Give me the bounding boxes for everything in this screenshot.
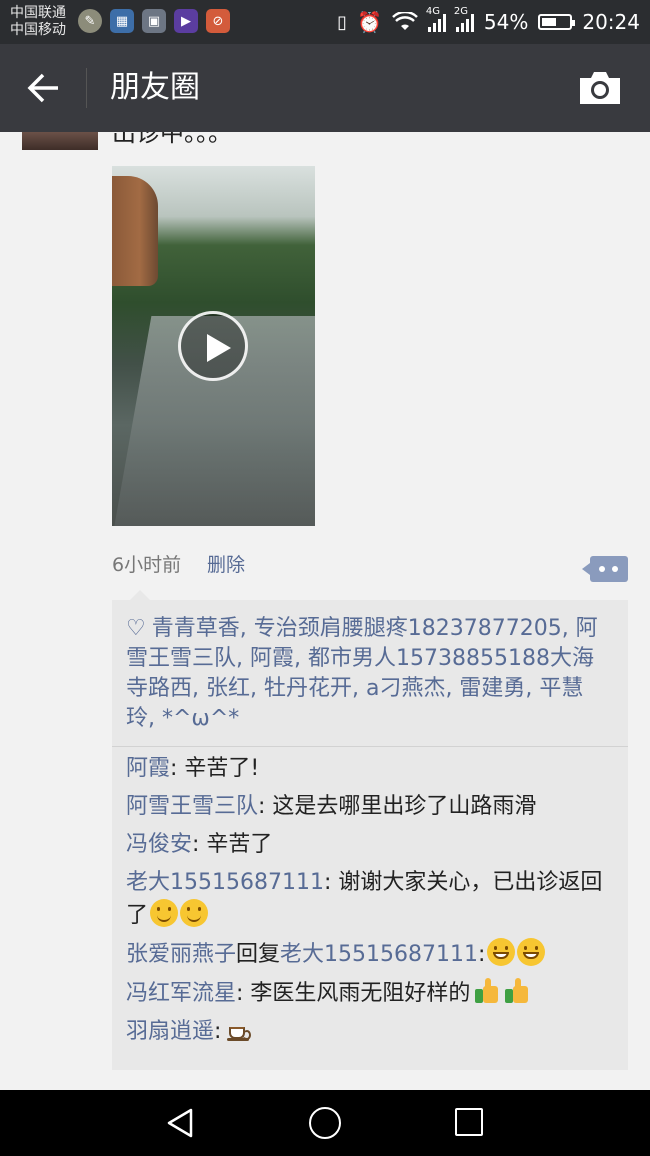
- comment-item[interactable]: 张爱丽燕子回复老大15515687111:: [126, 938, 612, 971]
- smile-emoji-icon: [150, 899, 179, 927]
- title-bar: 朋友圈: [0, 44, 650, 132]
- camera-icon[interactable]: [578, 70, 622, 106]
- nav-recent-apps-icon[interactable]: [455, 1108, 483, 1136]
- comment-author[interactable]: 羽扇逍遥: [126, 1019, 214, 1044]
- post-time: 6小时前: [112, 554, 182, 576]
- battery-fill: [542, 18, 557, 26]
- title-divider: [86, 68, 87, 108]
- comment-item[interactable]: 冯俊安: 辛苦了: [126, 829, 612, 861]
- arrow-left-icon[interactable]: [24, 68, 64, 108]
- video-notification-icon: ▶: [174, 9, 198, 33]
- comment-more-icon[interactable]: [582, 556, 628, 582]
- alarm-icon: ⏰: [357, 10, 382, 34]
- thumbs-up-icon: [502, 977, 530, 1005]
- avatar[interactable]: [22, 132, 98, 150]
- comment-item[interactable]: 阿雪王雪三队: 这是去哪里出珍了山路雨滑: [126, 791, 612, 823]
- net-type-1: 4G: [425, 6, 441, 17]
- page-title: 朋友圈: [110, 70, 200, 105]
- comment-author[interactable]: 冯俊安: [126, 832, 192, 857]
- heart-icon: ♡: [126, 616, 146, 641]
- notification-icons: ✎ ▦ ▣ ▶ ⊘: [78, 9, 230, 33]
- likes-names[interactable]: 青青草香, 专治颈肩腰腿疼18237877205, 阿雪王雪三队, 阿霞, 都市…: [126, 616, 598, 731]
- net-type-2: 2G: [453, 6, 469, 17]
- comment-list: 阿霞: 辛苦了! 阿雪王雪三队: 这是去哪里出珍了山路雨滑 冯俊安: 辛苦了 老…: [112, 747, 628, 1048]
- comment-item[interactable]: 阿霞: 辛苦了!: [126, 753, 612, 785]
- coffee-icon: [225, 1017, 253, 1043]
- gallery-notification-icon: ▦: [110, 9, 134, 33]
- likes-list: ♡ 青青草香, 专治颈肩腰腿疼18237877205, 阿雪王雪三队, 阿霞, 都…: [112, 600, 628, 747]
- app-notification-icon: ✎: [78, 9, 102, 33]
- comment-text: :: [214, 1019, 222, 1044]
- comment-text: : 辛苦了: [192, 832, 273, 857]
- status-bar: 中国联通 中国移动 ✎ ▦ ▣ ▶ ⊘ ▯ ⏰ 4G 2G 54% 20:24: [0, 0, 650, 44]
- comment-author[interactable]: 阿霞: [126, 756, 170, 781]
- reply-word: 回复: [236, 942, 281, 967]
- comment-text: : 李医生风雨无阻好样的: [236, 981, 471, 1006]
- blocked-notification-icon: ⊘: [206, 9, 230, 33]
- carrier-labels: 中国联通 中国移动: [10, 5, 66, 39]
- thumbs-up-icon: [472, 977, 500, 1005]
- status-right: ▯ ⏰ 4G 2G 54% 20:24: [337, 0, 640, 44]
- comment-item[interactable]: 冯红军流星: 李医生风雨无阻好样的: [126, 977, 612, 1010]
- navigation-bar: [0, 1090, 650, 1156]
- comment-item[interactable]: 羽扇逍遥:: [126, 1016, 612, 1048]
- likes-comments-box: ♡ 青青草香, 专治颈肩腰腿疼18237877205, 阿雪王雪三队, 阿霞, 都…: [112, 590, 628, 1070]
- comment-text: :: [478, 942, 486, 967]
- comment-author[interactable]: 老大15515687111: [126, 870, 324, 895]
- smile-emoji-icon: [180, 899, 209, 927]
- nav-home-icon[interactable]: [309, 1107, 341, 1139]
- comment-author[interactable]: 冯红军流星: [126, 981, 236, 1006]
- comment-author[interactable]: 张爱丽燕子: [126, 942, 236, 967]
- image-notification-icon: ▣: [142, 9, 166, 33]
- video-thumbnail[interactable]: [112, 166, 315, 526]
- grin-emoji-icon: [517, 938, 546, 966]
- reply-target[interactable]: 老大15515687111: [280, 942, 478, 967]
- comment-text: : 这是去哪里出珍了山路雨滑: [258, 794, 537, 819]
- grin-emoji-icon: [487, 938, 516, 966]
- nav-back-icon[interactable]: [165, 1108, 195, 1138]
- comment-author[interactable]: 阿雪王雪三队: [126, 794, 258, 819]
- battery-percent: 54%: [483, 10, 529, 34]
- play-icon[interactable]: [178, 311, 248, 381]
- clock: 20:24: [582, 10, 640, 34]
- carrier-2: 中国移动: [10, 22, 66, 38]
- signal-4g-icon: 4G: [426, 6, 446, 32]
- delete-link[interactable]: 删除: [207, 550, 245, 577]
- video-scene-cliff: [112, 176, 158, 286]
- battery-icon: [538, 14, 576, 30]
- carrier-1: 中国联通: [10, 5, 66, 21]
- signal-2g-icon: 2G: [454, 6, 474, 32]
- comment-item[interactable]: 老大15515687111: 谢谢大家关心，已出诊返回了: [126, 867, 612, 932]
- vibrate-icon: ▯: [337, 11, 347, 33]
- comment-text: : 辛苦了!: [170, 756, 260, 781]
- wifi-icon: [392, 12, 418, 30]
